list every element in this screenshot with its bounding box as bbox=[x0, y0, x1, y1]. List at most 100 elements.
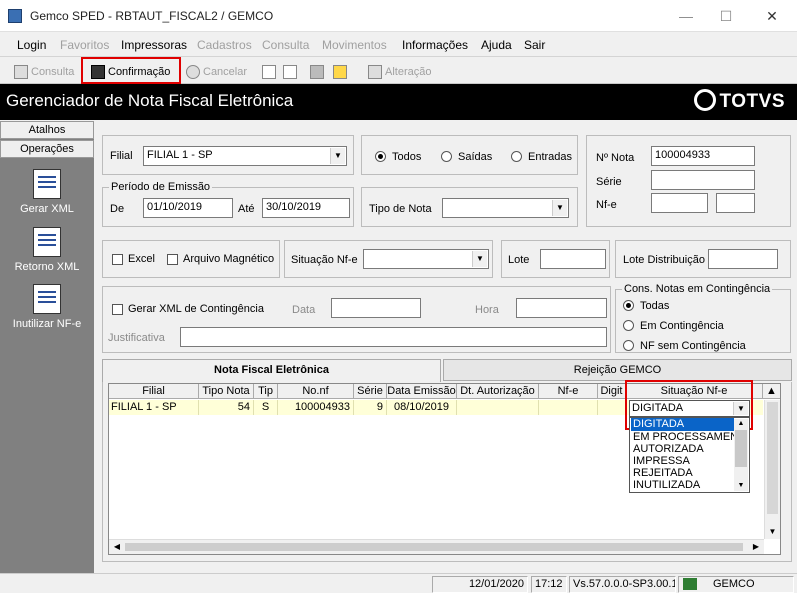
data-input[interactable] bbox=[331, 298, 421, 318]
horizontal-scroll-thumb[interactable] bbox=[125, 543, 743, 551]
alteracao-label: Alteração bbox=[385, 66, 432, 78]
consulta-button[interactable]: Consulta bbox=[14, 61, 74, 83]
grid-header-dt-autorizacao[interactable]: Dt. Autorização bbox=[457, 384, 539, 399]
scroll-right-icon[interactable]: ▶ bbox=[750, 540, 762, 554]
tipo-nota-select[interactable]: ▼ bbox=[442, 198, 569, 218]
confirmacao-label: Confirmação bbox=[108, 66, 171, 78]
radio-cons-em[interactable] bbox=[623, 320, 634, 331]
grid-header-nfe[interactable]: Nf-e bbox=[539, 384, 598, 399]
grid-header-tip[interactable]: Tip bbox=[254, 384, 278, 399]
document-pen-icon bbox=[33, 284, 61, 314]
situacao-select[interactable]: ▼ bbox=[363, 249, 489, 269]
grid-header-digit[interactable]: Digit bbox=[598, 384, 626, 399]
filial-select[interactable]: FILIAL 1 - SP ▼ bbox=[143, 146, 347, 166]
cell-dt-autorizacao bbox=[457, 400, 539, 415]
document-pen-icon bbox=[33, 169, 61, 199]
logo-icon bbox=[693, 89, 716, 111]
sidebar-item-inutilizar-nfe[interactable]: Inutilizar NF-e bbox=[0, 284, 94, 330]
tab-atalhos[interactable]: Atalhos bbox=[0, 121, 94, 139]
menu-movimentos[interactable]: Movimentos bbox=[322, 38, 387, 52]
situacao-grid-select[interactable]: DIGITADA ▼ bbox=[629, 400, 750, 417]
gerar-contingencia-checkbox[interactable] bbox=[112, 304, 123, 315]
menu-cadastros[interactable]: Cadastros bbox=[197, 38, 252, 52]
grid-header-filial[interactable]: Filial bbox=[109, 384, 199, 399]
menu-consulta[interactable]: Consulta bbox=[262, 38, 309, 52]
cancelar-button[interactable]: Cancelar bbox=[186, 61, 247, 83]
periodo-group: Período de Emissão De 01/10/2019 Até 30/… bbox=[102, 181, 354, 227]
serie-input[interactable] bbox=[651, 170, 755, 190]
title-bar: Gemco SPED - RBTAUT_FISCAL2 / GEMCO — ☐ … bbox=[0, 0, 797, 32]
scroll-down-icon[interactable]: ▼ bbox=[734, 481, 748, 491]
nota-input[interactable]: 100004933 bbox=[651, 146, 755, 166]
scroll-up-icon[interactable]: ▲ bbox=[734, 419, 748, 429]
menu-impressoras[interactable]: Impressoras bbox=[121, 38, 187, 52]
sidebar-item-gerar-xml[interactable]: Gerar XML bbox=[0, 169, 94, 215]
save-icon bbox=[91, 65, 105, 80]
help-button[interactable] bbox=[333, 61, 350, 83]
radio-entradas[interactable] bbox=[511, 151, 522, 162]
grid-horizontal-scrollbar[interactable]: ◀ ▶ bbox=[109, 539, 764, 554]
lote-input[interactable] bbox=[540, 249, 606, 269]
connection-icon bbox=[683, 578, 697, 591]
status-company-label: GEMCO bbox=[713, 578, 755, 590]
sidebar-item-label: Retorno XML bbox=[14, 261, 80, 273]
sidebar-item-retorno-xml[interactable]: Retorno XML bbox=[0, 227, 94, 273]
nfe-input-1[interactable] bbox=[651, 193, 708, 213]
grid-header-data-emissao[interactable]: Data Emissão bbox=[387, 384, 457, 399]
document-pen-icon bbox=[33, 227, 61, 257]
new-document-button[interactable] bbox=[262, 61, 279, 83]
cell-data-emissao: 08/10/2019 bbox=[387, 400, 457, 415]
serie-label: Série bbox=[596, 176, 622, 188]
tab-nfe[interactable]: Nota Fiscal Eletrônica bbox=[102, 359, 441, 383]
excel-checkbox[interactable] bbox=[112, 254, 123, 265]
menu-sair[interactable]: Sair bbox=[524, 38, 545, 52]
justificativa-input[interactable] bbox=[180, 327, 607, 347]
dropdown-scrollbar[interactable]: ▲ ▼ bbox=[734, 419, 748, 491]
nota-label: Nº Nota bbox=[596, 152, 635, 164]
lote-distribuicao-input[interactable] bbox=[708, 249, 778, 269]
grid-header-nonf[interactable]: No.nf bbox=[278, 384, 354, 399]
periodo-label: Período de Emissão bbox=[109, 181, 213, 193]
arquivo-magnetico-checkbox[interactable] bbox=[167, 254, 178, 265]
print-button[interactable] bbox=[310, 61, 327, 83]
cancel-icon bbox=[186, 65, 200, 80]
tipo-nota-label: Tipo de Nota bbox=[369, 203, 432, 215]
ate-input[interactable]: 30/10/2019 bbox=[262, 198, 350, 218]
radio-cons-todas[interactable] bbox=[623, 300, 634, 311]
menu-login[interactable]: Login bbox=[17, 38, 46, 52]
hora-input[interactable] bbox=[516, 298, 607, 318]
nfe-input-2[interactable] bbox=[716, 193, 755, 213]
grid-header-tipo-nota[interactable]: Tipo Nota bbox=[199, 384, 254, 399]
radio-saidas[interactable] bbox=[441, 151, 452, 162]
nfe-label: Nf-e bbox=[596, 199, 617, 211]
situacao-grid-value: DIGITADA bbox=[632, 402, 684, 414]
open-document-button[interactable] bbox=[283, 61, 300, 83]
lote-distribuicao-group: Lote Distribuição bbox=[615, 240, 791, 278]
minimize-button[interactable]: — bbox=[676, 6, 696, 26]
menu-favoritos[interactable]: Favoritos bbox=[60, 38, 109, 52]
confirmacao-button[interactable]: Confirmação bbox=[81, 57, 181, 84]
alteracao-button[interactable]: Alteração bbox=[368, 61, 431, 83]
tab-rejeicao[interactable]: Rejeição GEMCO bbox=[443, 359, 792, 381]
radio-cons-sem[interactable] bbox=[623, 340, 634, 351]
menu-informacoes[interactable]: Informações bbox=[402, 38, 468, 52]
toolbar: Consulta Confirmação Cancelar Alteração bbox=[0, 57, 797, 84]
scroll-left-icon[interactable]: ◀ bbox=[111, 540, 123, 554]
dropdown-option-inutilizada[interactable]: INUTILIZADA bbox=[631, 479, 734, 492]
radio-todos[interactable] bbox=[375, 151, 386, 162]
scroll-down-icon[interactable]: ▼ bbox=[765, 525, 780, 539]
dropdown-option-digitada[interactable]: DIGITADA bbox=[631, 418, 734, 431]
scroll-thumb[interactable] bbox=[767, 402, 778, 514]
close-button[interactable]: ✕ bbox=[762, 6, 782, 26]
maximize-button[interactable]: ☐ bbox=[716, 6, 736, 26]
scroll-up-icon[interactable]: ▲ bbox=[763, 384, 780, 399]
chevron-down-icon[interactable]: ▼ bbox=[733, 402, 748, 415]
grid-header-serie[interactable]: Série bbox=[354, 384, 387, 399]
tab-operacoes[interactable]: Operações bbox=[0, 140, 94, 158]
grid-vertical-scrollbar[interactable]: ▼ bbox=[764, 400, 780, 539]
contingencia-group: Gerar XML de Contingência Data Hora Just… bbox=[102, 286, 611, 353]
filial-group: Filial FILIAL 1 - SP ▼ bbox=[102, 135, 354, 175]
menu-ajuda[interactable]: Ajuda bbox=[481, 38, 512, 52]
dropdown-scroll-thumb[interactable] bbox=[735, 430, 747, 467]
de-input[interactable]: 01/10/2019 bbox=[143, 198, 233, 218]
